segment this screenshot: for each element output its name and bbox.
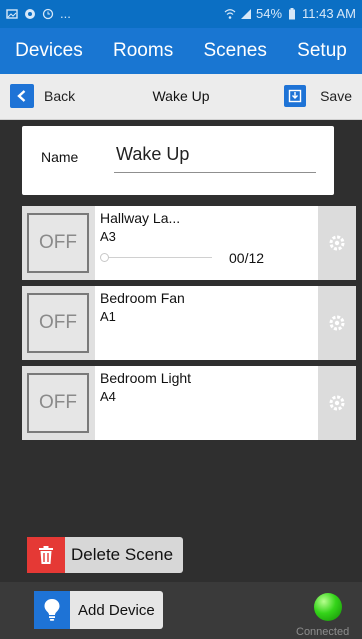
dim-level-slider[interactable] <box>100 252 212 264</box>
device-name: Bedroom Light <box>100 370 192 386</box>
device-settings-button[interactable] <box>318 366 356 440</box>
wifi-icon <box>224 8 236 19</box>
device-row: OFF Bedroom Light A4 <box>22 366 356 440</box>
lightbulb-icon <box>34 591 70 629</box>
battery-percent: 54% <box>256 6 283 21</box>
device-name: Hallway La... <box>100 210 181 226</box>
status-bar: ... 54% 11:43 AM <box>0 0 362 28</box>
device-row: OFF Hallway La... A3 00/12 <box>22 206 356 280</box>
gear-icon <box>329 315 345 331</box>
device-address: A4 <box>100 389 116 404</box>
device-settings-button[interactable] <box>318 286 356 360</box>
add-device-label: Add Device <box>70 591 163 629</box>
delete-scene-button[interactable]: Delete Scene <box>27 537 184 573</box>
back-button[interactable]: Back <box>10 81 75 111</box>
tab-rooms[interactable]: Rooms <box>113 40 173 62</box>
delete-scene-label: Delete Scene <box>65 537 184 573</box>
tab-devices[interactable]: Devices <box>15 40 83 62</box>
device-name: Bedroom Fan <box>100 290 185 306</box>
trash-icon <box>27 537 65 573</box>
back-label: Back <box>44 88 76 104</box>
device-level: 00/12 <box>229 250 265 266</box>
device-row: OFF Bedroom Fan A1 <box>22 286 356 360</box>
scene-toolbar: Back Wake Up Save <box>0 74 362 120</box>
gear-icon <box>329 235 345 251</box>
device-toggle-button[interactable]: OFF <box>27 213 89 273</box>
device-toggle-button[interactable]: OFF <box>27 373 89 433</box>
connection-status-indicator <box>314 593 342 621</box>
tab-scenes[interactable]: Scenes <box>204 40 267 62</box>
device-toggle-button[interactable]: OFF <box>27 293 89 353</box>
bottom-bar: Add Device Connected <box>0 582 362 639</box>
clock: 11:43 AM <box>302 6 356 21</box>
scene-name-input[interactable] <box>114 140 316 173</box>
signal-icon <box>241 8 251 19</box>
scene-name-card: Name <box>22 126 334 195</box>
chevron-left-icon <box>10 84 34 108</box>
save-icon <box>284 85 307 107</box>
device-address: A1 <box>100 309 116 324</box>
gear-icon <box>329 395 345 411</box>
notification-overflow: ... <box>60 6 71 21</box>
battery-icon <box>289 7 296 19</box>
app-notification-icon <box>25 8 35 19</box>
add-device-button[interactable]: Add Device <box>34 591 163 629</box>
gallery-notification-icon <box>6 8 18 19</box>
tab-setup[interactable]: Setup <box>297 40 347 62</box>
top-nav: Devices Rooms Scenes Setup <box>0 28 362 74</box>
device-settings-button[interactable] <box>318 206 356 280</box>
save-button[interactable]: Save <box>284 81 352 111</box>
save-label: Save <box>320 88 352 104</box>
slider-track <box>104 257 212 258</box>
device-address: A3 <box>100 229 116 244</box>
name-label: Name <box>41 149 79 165</box>
slider-thumb[interactable] <box>100 253 109 262</box>
alarm-notification-icon <box>42 8 54 19</box>
connection-status-label: Connected <box>296 626 350 638</box>
